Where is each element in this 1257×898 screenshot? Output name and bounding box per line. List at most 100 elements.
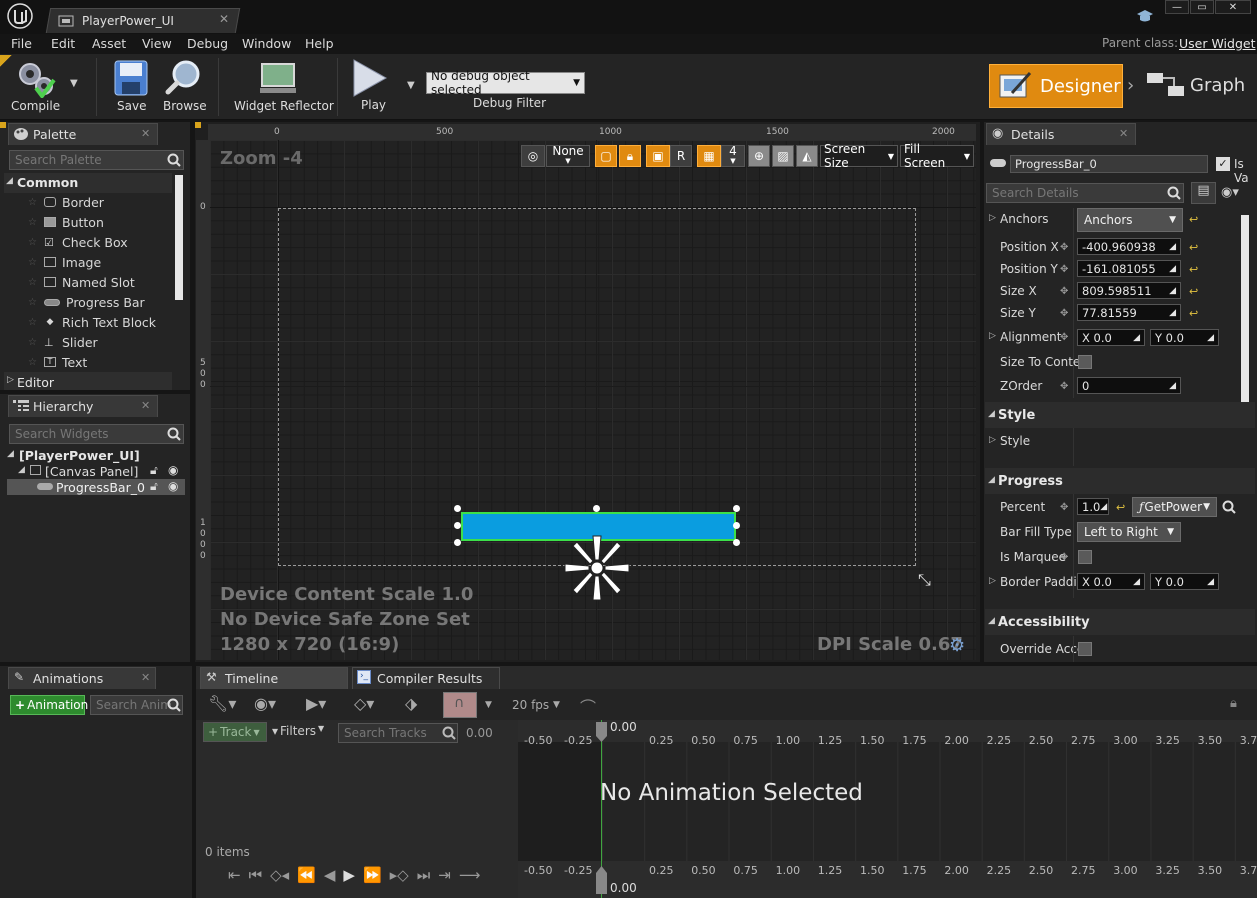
collapse-arrow-icon[interactable]: ▷ bbox=[989, 331, 996, 341]
learn-hat-icon[interactable] bbox=[1136, 8, 1154, 24]
star-icon[interactable]: ☆ bbox=[28, 357, 38, 368]
resize-handle[interactable] bbox=[733, 539, 740, 546]
palette-tab[interactable]: Palette bbox=[8, 123, 158, 145]
hierarchy-tab[interactable]: Hierarchy bbox=[8, 395, 158, 417]
menu-debug[interactable]: Debug bbox=[187, 36, 228, 51]
collapse-arrow-icon[interactable]: ▷ bbox=[989, 576, 996, 586]
percent-binding-dropdown[interactable]: ƒ GetPower ▼ bbox=[1132, 497, 1217, 517]
menu-edit[interactable]: Edit bbox=[51, 36, 75, 51]
details-scrollbar[interactable] bbox=[1241, 215, 1249, 403]
resize-handle[interactable] bbox=[733, 522, 740, 529]
designer-mode-button[interactable]: Designer bbox=[989, 64, 1123, 108]
lock-icon[interactable]: 🔒︎ bbox=[1230, 696, 1237, 711]
visibility-eye-icon[interactable]: ◉ bbox=[168, 479, 178, 493]
fps-value[interactable]: 20 fps bbox=[512, 698, 549, 712]
collapse-arrow-icon[interactable]: ▷ bbox=[989, 435, 996, 445]
step-to-previous-key-icon[interactable]: ⏮ bbox=[249, 866, 263, 884]
add-track-button[interactable]: + Track ▼ bbox=[203, 722, 267, 742]
close-tab-icon[interactable]: ✕ bbox=[219, 12, 229, 26]
binding-icon[interactable]: ✥ bbox=[1060, 381, 1068, 392]
menu-help[interactable]: Help bbox=[305, 36, 334, 51]
hierarchy-canvas-panel[interactable]: [Canvas Panel] bbox=[45, 464, 138, 479]
save-button-label[interactable]: Save bbox=[117, 99, 146, 113]
world-icon[interactable]: ◎ bbox=[521, 145, 545, 167]
palette-item-border[interactable]: ☆ Border bbox=[28, 192, 178, 212]
previous-key-icon[interactable]: ◇◂ bbox=[270, 866, 289, 884]
expand-arrow-icon[interactable]: ◢ bbox=[988, 475, 995, 485]
size-x-field[interactable]: 809.598511 ◢ bbox=[1077, 282, 1181, 299]
play-button-label[interactable]: Play bbox=[361, 98, 386, 112]
minimize-button[interactable]: — bbox=[1165, 0, 1189, 14]
binding-icon[interactable]: ✥ bbox=[1060, 264, 1068, 275]
add-animation-button[interactable]: + Animation bbox=[10, 695, 88, 715]
close-window-button[interactable]: ✕ bbox=[1215, 0, 1251, 14]
position-x-field[interactable]: -400.960938 ◢ bbox=[1077, 238, 1181, 255]
size-y-field[interactable]: 77.81559 ◢ bbox=[1077, 304, 1181, 321]
override-accessible-checkbox[interactable] bbox=[1078, 642, 1092, 656]
alignment-x-field[interactable]: X 0.0 ◢ bbox=[1077, 329, 1145, 346]
reset-to-default-icon[interactable]: ↩ bbox=[1189, 213, 1198, 226]
localization-select[interactable]: None ▼ bbox=[546, 145, 590, 167]
star-icon[interactable]: ☆ bbox=[28, 257, 38, 268]
lock-toggle-icon[interactable]: 🔒︎ bbox=[619, 145, 641, 167]
respect-locks-icon[interactable]: ▣ bbox=[646, 145, 670, 167]
chevron-down-icon[interactable]: ▼ bbox=[485, 700, 492, 710]
visibility-eye-icon[interactable]: ◉ bbox=[168, 463, 178, 477]
resize-handle[interactable] bbox=[454, 505, 461, 512]
menu-file[interactable]: File bbox=[11, 36, 32, 51]
reset-to-default-icon[interactable]: ↩ bbox=[1189, 285, 1198, 298]
widget-reflector-button-label[interactable]: Widget Reflector bbox=[234, 99, 334, 113]
star-icon[interactable]: ☆ bbox=[28, 217, 38, 228]
fill-screen-select[interactable]: Fill Screen ▼ bbox=[900, 142, 974, 170]
menu-window[interactable]: Window bbox=[242, 36, 291, 51]
close-details-icon[interactable]: ✕ bbox=[1119, 127, 1128, 140]
compiler-results-tab[interactable]: Compiler Results bbox=[352, 667, 500, 689]
border-padding-y-field[interactable]: Y 0.0 ◢ bbox=[1150, 573, 1219, 590]
unreal-logo-icon[interactable] bbox=[6, 2, 34, 30]
maximize-button[interactable]: ▭ bbox=[1190, 0, 1214, 14]
resize-handle[interactable] bbox=[454, 539, 461, 546]
palette-item-text[interactable]: ☆ T Text bbox=[28, 352, 178, 372]
details-tab[interactable]: Details bbox=[986, 123, 1136, 145]
widget-name-field[interactable]: ProgressBar_0 bbox=[1010, 155, 1208, 173]
reset-to-default-icon[interactable]: ↩ bbox=[1116, 501, 1125, 514]
star-icon[interactable]: ☆ bbox=[28, 197, 38, 208]
search-icon[interactable] bbox=[167, 427, 181, 441]
play-forward-icon[interactable]: ▶ bbox=[343, 866, 355, 884]
tracks-search-input[interactable]: Search Tracks bbox=[338, 723, 458, 743]
palette-item-check-box[interactable]: ☆ ☑ Check Box bbox=[28, 232, 178, 252]
next-key-icon[interactable]: ▸◇ bbox=[390, 866, 409, 884]
percent-field[interactable]: 1.0 ◢ bbox=[1077, 498, 1109, 515]
debug-object-select[interactable]: No debug object selected ▼ bbox=[426, 69, 585, 97]
menu-view[interactable]: View bbox=[142, 36, 172, 51]
position-y-field[interactable]: -161.081055 ◢ bbox=[1077, 260, 1181, 277]
anchors-dropdown[interactable]: Anchors ▼ bbox=[1077, 208, 1183, 232]
gear-icon[interactable]: ⚙ bbox=[949, 635, 965, 656]
expand-arrow-icon[interactable]: ◢ bbox=[988, 616, 995, 626]
document-tab[interactable]: PlayerPower_UI bbox=[56, 8, 236, 33]
anchor-medallion-icon[interactable] bbox=[563, 534, 631, 602]
compile-icon[interactable] bbox=[14, 58, 56, 98]
jump-to-end-icon[interactable]: ⇥ bbox=[438, 866, 451, 884]
reset-to-default-icon[interactable]: ↩ bbox=[1189, 307, 1198, 320]
palette-item-progress-bar[interactable]: ☆ Progress Bar bbox=[28, 292, 178, 312]
binding-icon[interactable]: ✥ bbox=[1060, 332, 1068, 343]
save-icon[interactable] bbox=[114, 60, 148, 96]
hierarchy-root[interactable]: [PlayerPower_UI] bbox=[19, 448, 140, 463]
expand-arrow-icon[interactable]: ◢ bbox=[7, 449, 14, 459]
wrench-icon[interactable]: 🔧︎▾ bbox=[208, 694, 236, 713]
binding-icon[interactable]: ✥ bbox=[1060, 286, 1068, 297]
graph-mode-button[interactable]: Graph bbox=[1190, 75, 1245, 96]
resize-handle[interactable] bbox=[733, 505, 740, 512]
collapse-arrow-icon[interactable]: ▷ bbox=[989, 213, 996, 223]
search-icon[interactable] bbox=[167, 698, 181, 712]
chevron-down-icon[interactable]: ▼ bbox=[553, 700, 560, 710]
jump-to-start-icon[interactable]: ⇤ bbox=[228, 866, 241, 884]
grid-snap-icon[interactable]: ▦ bbox=[697, 145, 721, 167]
timeline-tab[interactable]: Timeline bbox=[200, 667, 348, 689]
binding-icon[interactable]: ✥ bbox=[1060, 502, 1068, 513]
close-palette-icon[interactable]: ✕ bbox=[141, 127, 150, 140]
reset-to-default-icon[interactable]: ↩ bbox=[1189, 241, 1198, 254]
close-hierarchy-icon[interactable]: ✕ bbox=[141, 399, 150, 412]
style-section-header[interactable]: Style bbox=[985, 402, 1255, 428]
